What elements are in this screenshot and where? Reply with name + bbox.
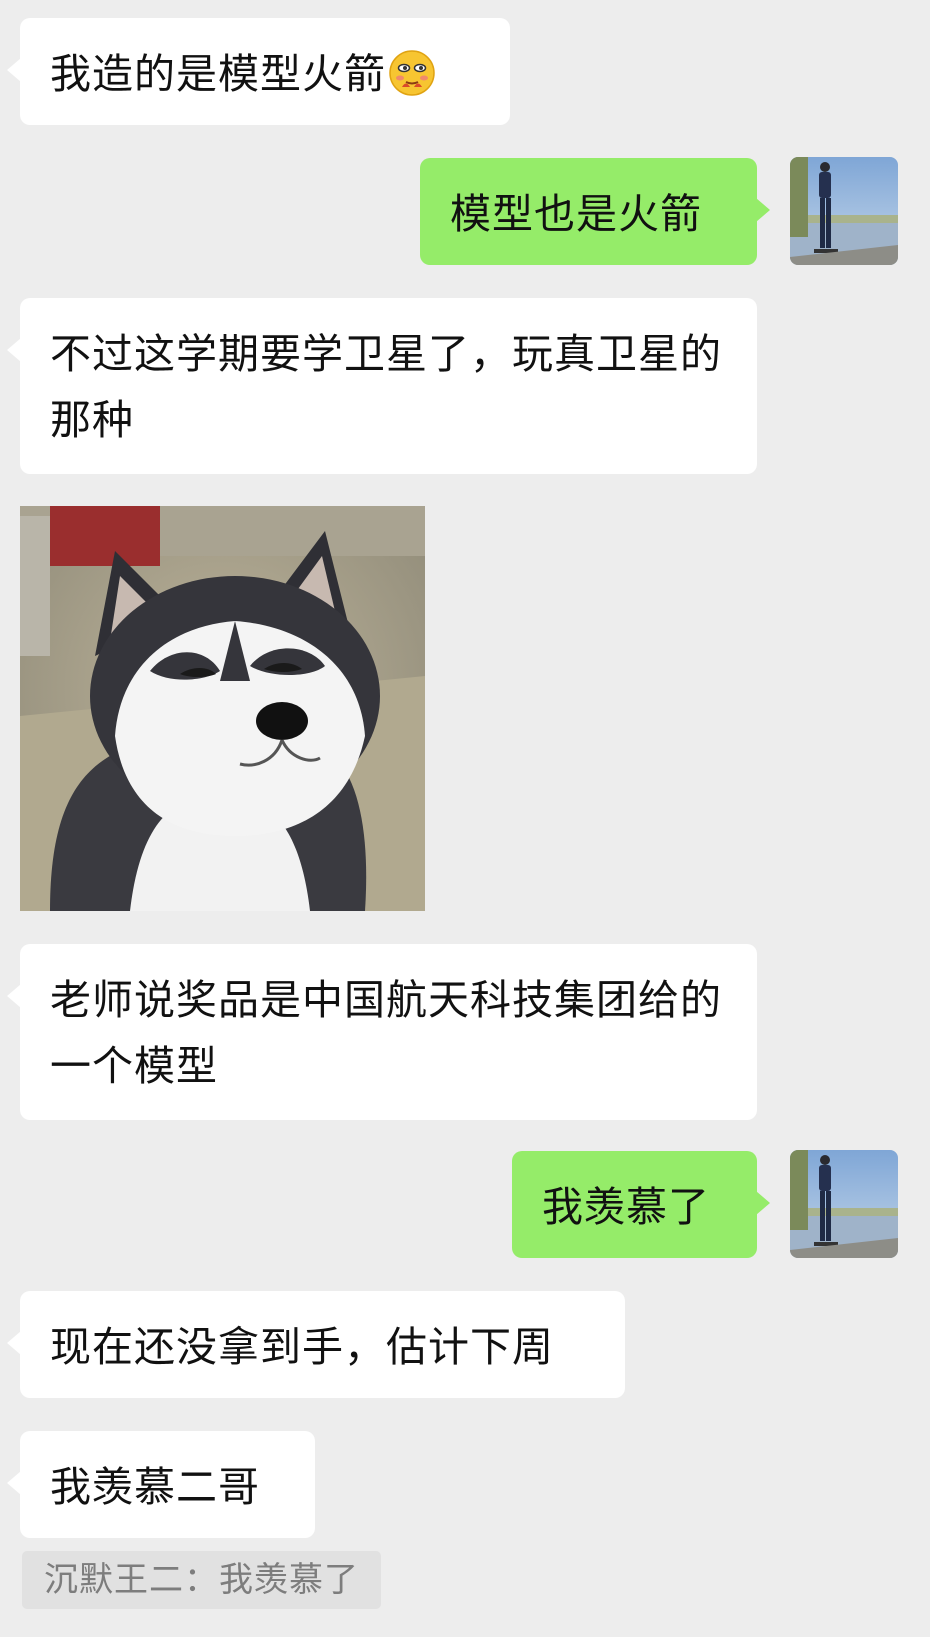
message-text: 老师说奖品是中国航天科技集团给的一个模型 [50,976,722,1090]
message-bubble-incoming[interactable]: 我造的是模型火箭 [7,18,510,125]
avatar-photo-icon [790,157,898,265]
message-bubble-outgoing[interactable]: 模型也是火箭 [420,158,770,265]
message-bubble-incoming[interactable]: 老师说奖品是中国航天科技集团给的一个模型 [7,944,757,1120]
avatar-photo-icon [790,1150,898,1258]
message-text: 不过这学期要学卫星了，玩真卫星的那种 [50,330,722,444]
message-text: 我羡慕了 [542,1183,710,1231]
message-bubble-incoming[interactable]: 现在还没拿到手，估计下周 [7,1291,625,1398]
shy-blush-emoji-icon [389,50,435,96]
message-bubble-incoming[interactable]: 不过这学期要学卫星了，玩真卫星的那种 [7,298,757,474]
husky-dog-icon [20,506,425,911]
message-bubble-outgoing[interactable]: 我羡慕了 [512,1151,770,1258]
message-text: 现在还没拿到手，估计下周 [50,1323,554,1371]
user-avatar[interactable] [790,157,898,265]
quoted-reply[interactable]: 沉默王二：我羡慕了 [22,1551,381,1609]
message-bubble-incoming[interactable]: 我羡慕二哥 [7,1431,315,1538]
quoted-reply-text: 沉默王二：我羡慕了 [44,1560,359,1600]
husky-sticker[interactable] [20,506,425,911]
message-text: 我造的是模型火箭 [50,50,386,98]
message-text: 我羡慕二哥 [50,1463,260,1511]
message-text: 模型也是火箭 [450,190,702,238]
user-avatar[interactable] [790,1150,898,1258]
